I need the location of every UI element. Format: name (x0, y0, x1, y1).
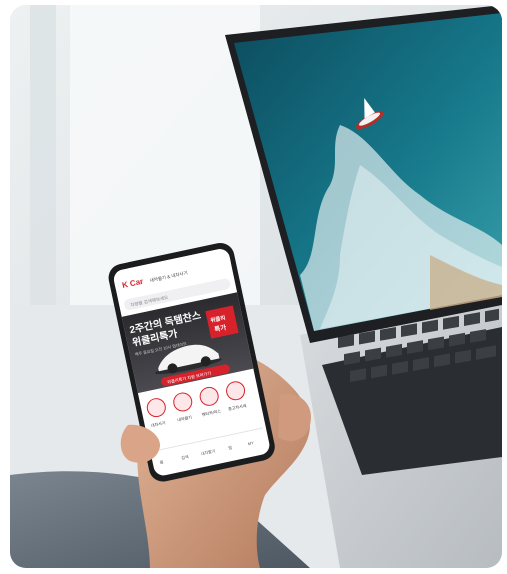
window-frame (30, 5, 56, 325)
photo-scene: K Car 내차팔기 & 내차사기 차량을 검색해보세요 2주간의 득템찬스 위… (10, 5, 502, 568)
stage: K Car 내차팔기 & 내차사기 차량을 검색해보세요 2주간의 득템찬스 위… (0, 0, 507, 574)
photo: K Car 내차팔기 & 내차사기 차량을 검색해보세요 2주간의 득템찬스 위… (10, 5, 502, 568)
